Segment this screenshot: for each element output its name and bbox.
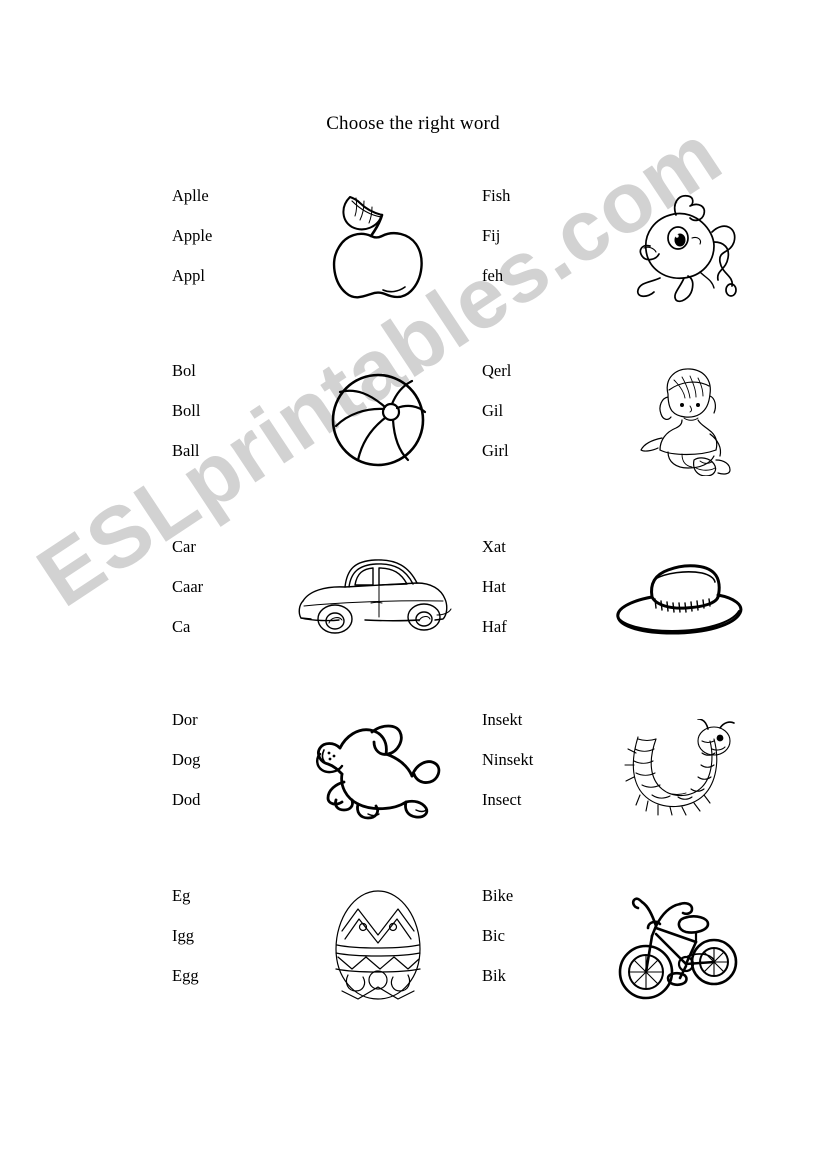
word-choices: Car Caar Ca bbox=[172, 537, 292, 659]
word-option[interactable]: Insect bbox=[482, 790, 602, 832]
exercise-row: Car Caar Ca Xat Hat Haf bbox=[0, 537, 826, 679]
word-choices: Dor Dog Dod bbox=[172, 710, 292, 832]
word-option[interactable]: Girl bbox=[482, 441, 602, 483]
word-option-label: Insect bbox=[482, 790, 522, 809]
exercise-row: Dor Dog Dod Insekt Ninsekt Insect bbox=[0, 710, 826, 852]
word-option-label: Fij bbox=[482, 226, 501, 245]
word-option[interactable]: Ball bbox=[172, 441, 292, 483]
word-option[interactable]: Ca bbox=[172, 617, 292, 659]
word-option-label: Boll bbox=[172, 401, 201, 420]
exercise-item-hat: Xat Hat Haf bbox=[470, 537, 800, 679]
word-choices: Qerl Gil Girl bbox=[482, 361, 602, 483]
word-option[interactable]: Qerl bbox=[482, 361, 602, 403]
word-option-label: Bik bbox=[482, 966, 506, 985]
word-option-label: Ca bbox=[172, 617, 191, 636]
word-option[interactable]: Hat bbox=[482, 577, 602, 619]
exercise-item-egg: Eg Igg Egg bbox=[160, 886, 490, 1028]
word-choices: Insekt Ninsekt Insect bbox=[482, 710, 602, 832]
word-option[interactable]: Gil bbox=[482, 401, 602, 443]
word-option-label: Ninsekt bbox=[482, 750, 534, 769]
word-option[interactable]: Haf bbox=[482, 617, 602, 659]
word-option-label: Caar bbox=[172, 577, 204, 596]
word-option-label: Girl bbox=[482, 441, 509, 460]
exercise-item-insect: Insekt Ninsekt Insect bbox=[470, 710, 800, 852]
word-choices: Bol Boll Ball bbox=[172, 361, 292, 483]
word-choices: Bike Bic Bik bbox=[482, 886, 602, 1008]
egg-illustration bbox=[295, 880, 460, 1010]
word-option[interactable]: Fish bbox=[482, 186, 602, 228]
word-option[interactable]: Insekt bbox=[482, 710, 602, 752]
word-option[interactable]: Dor bbox=[172, 710, 292, 752]
word-option-label: Appl bbox=[172, 266, 205, 285]
hat-illustration bbox=[592, 531, 767, 661]
exercise-row: Eg Igg Egg Bike Bic Bik bbox=[0, 886, 826, 1028]
bike-illustration bbox=[588, 880, 768, 1010]
word-option[interactable]: Fij bbox=[482, 226, 602, 268]
word-option-label: Xat bbox=[482, 537, 506, 556]
word-option-label: Insekt bbox=[482, 710, 523, 729]
word-option[interactable]: Ninsekt bbox=[482, 750, 602, 792]
ball-illustration bbox=[295, 355, 460, 485]
exercise-item-dog: Dor Dog Dod bbox=[160, 710, 490, 852]
exercise-item-fish: Fish Fij feh bbox=[470, 186, 800, 328]
word-option[interactable]: Apple bbox=[172, 226, 292, 268]
word-option-label: Bic bbox=[482, 926, 505, 945]
exercise-row: Aplle Apple Appl Fish Fij feh bbox=[0, 186, 826, 328]
word-option[interactable]: Bike bbox=[482, 886, 602, 928]
exercise-row: Bol Boll Ball Qerl Gil Girl bbox=[0, 361, 826, 503]
word-option[interactable]: Eg bbox=[172, 886, 292, 928]
word-option[interactable]: feh bbox=[482, 266, 602, 308]
word-option-label: Aplle bbox=[172, 186, 209, 205]
word-option-label: Egg bbox=[172, 966, 199, 985]
worksheet-page: ESLprintables.com Choose the right word … bbox=[0, 0, 826, 1169]
dog-illustration bbox=[288, 704, 463, 834]
exercise-list: Aplle Apple Appl Fish Fij feh Bol Boll B… bbox=[0, 0, 826, 1169]
exercise-item-girl: Qerl Gil Girl bbox=[470, 361, 800, 503]
word-option-label: Dod bbox=[172, 790, 201, 809]
word-option-label: Dog bbox=[172, 750, 201, 769]
word-option-label: Gil bbox=[482, 401, 504, 420]
word-option[interactable]: Bol bbox=[172, 361, 292, 403]
word-option-label: Bol bbox=[172, 361, 196, 380]
word-option[interactable]: Car bbox=[172, 537, 292, 579]
exercise-item-apple: Aplle Apple Appl bbox=[160, 186, 490, 328]
word-option-label: Car bbox=[172, 537, 196, 556]
word-choices: Xat Hat Haf bbox=[482, 537, 602, 659]
word-option-label: Igg bbox=[172, 926, 194, 945]
word-option[interactable]: Dod bbox=[172, 790, 292, 832]
word-choices: Fish Fij feh bbox=[482, 186, 602, 308]
word-option[interactable]: Bik bbox=[482, 966, 602, 1008]
word-option-label: Eg bbox=[172, 886, 191, 905]
word-option[interactable]: Igg bbox=[172, 926, 292, 968]
word-option-label: Apple bbox=[172, 226, 213, 245]
word-option-label: Ball bbox=[172, 441, 200, 460]
word-option[interactable]: Caar bbox=[172, 577, 292, 619]
word-option-label: feh bbox=[482, 266, 504, 285]
insect-illustration bbox=[590, 704, 770, 834]
word-option-label: Dor bbox=[172, 710, 198, 729]
word-option-label: Haf bbox=[482, 617, 507, 636]
word-option-label: Hat bbox=[482, 577, 506, 596]
girl-illustration bbox=[605, 355, 770, 485]
word-option[interactable]: Boll bbox=[172, 401, 292, 443]
word-choices: Eg Igg Egg bbox=[172, 886, 292, 1008]
word-option[interactable]: Egg bbox=[172, 966, 292, 1008]
word-option-label: Bike bbox=[482, 886, 514, 905]
apple-illustration bbox=[295, 180, 460, 310]
word-option[interactable]: Appl bbox=[172, 266, 292, 308]
car-illustration bbox=[280, 531, 465, 661]
fish-illustration bbox=[605, 180, 770, 310]
word-option-label: Fish bbox=[482, 186, 511, 205]
word-option[interactable]: Aplle bbox=[172, 186, 292, 228]
word-option[interactable]: Xat bbox=[482, 537, 602, 579]
exercise-item-car: Car Caar Ca bbox=[160, 537, 490, 679]
word-option[interactable]: Dog bbox=[172, 750, 292, 792]
word-option[interactable]: Bic bbox=[482, 926, 602, 968]
word-choices: Aplle Apple Appl bbox=[172, 186, 292, 308]
exercise-item-bike: Bike Bic Bik bbox=[470, 886, 800, 1028]
word-option-label: Qerl bbox=[482, 361, 512, 380]
exercise-item-ball: Bol Boll Ball bbox=[160, 361, 490, 503]
